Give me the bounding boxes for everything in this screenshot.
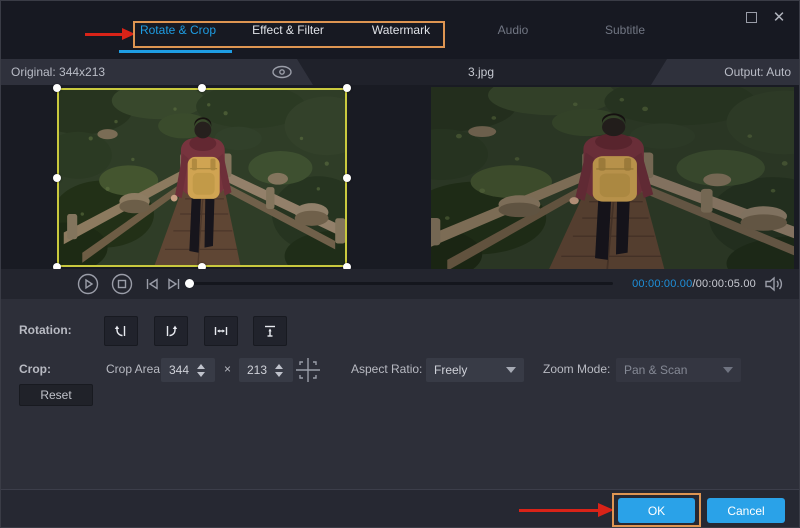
multiply-sign: × — [224, 362, 231, 376]
volume-button[interactable] — [761, 275, 787, 293]
aspect-ratio-select[interactable]: Freely — [426, 358, 524, 382]
time-display: 00:00:00.00/00:00:05.00 — [632, 269, 756, 299]
dialog-window: Rotate & Crop Effect & Filter Watermark … — [0, 0, 800, 528]
play-button[interactable] — [77, 273, 99, 295]
tab-bar: Rotate & Crop Effect & Filter Watermark … — [1, 1, 800, 59]
play-icon — [77, 273, 99, 295]
crop-center-button[interactable] — [293, 355, 323, 385]
maximize-button[interactable] — [741, 7, 761, 27]
chevron-down-icon — [723, 367, 733, 373]
flip-horizontal-button[interactable] — [204, 316, 238, 346]
rotate-right-button[interactable] — [154, 316, 188, 346]
flip-horizontal-icon — [213, 323, 229, 339]
footer-bar: OK Cancel — [1, 489, 800, 528]
crop-height-down-icon[interactable] — [275, 372, 283, 377]
prev-frame-button[interactable] — [143, 273, 161, 295]
next-frame-icon — [166, 276, 182, 292]
aspect-ratio-label: Aspect Ratio: — [351, 362, 422, 376]
annotation-box-ok — [612, 493, 701, 527]
rotate-left-icon — [113, 323, 129, 339]
crosshair-icon — [294, 356, 322, 384]
rotation-label: Rotation: — [19, 323, 72, 337]
eye-icon — [270, 64, 294, 80]
zoom-mode-select[interactable]: Pan & Scan — [616, 358, 741, 382]
reset-label: Reset — [40, 388, 71, 402]
crop-width-up-icon[interactable] — [197, 364, 205, 369]
flip-vertical-icon — [262, 323, 278, 339]
prev-frame-icon — [144, 276, 160, 292]
maximize-icon — [746, 12, 757, 23]
annotation-box-tabs — [133, 21, 445, 48]
crop-height-input[interactable] — [239, 359, 273, 381]
tab-subtitle[interactable]: Subtitle — [575, 1, 675, 59]
aspect-ratio-value: Freely — [434, 363, 467, 377]
crop-handle-e[interactable] — [343, 174, 351, 182]
volume-icon — [763, 275, 785, 293]
reset-button[interactable]: Reset — [19, 384, 93, 406]
crop-width-down-icon[interactable] — [197, 372, 205, 377]
stop-icon — [111, 273, 133, 295]
crop-frame[interactable] — [57, 88, 347, 267]
stop-button[interactable] — [111, 273, 133, 295]
zoom-mode-value: Pan & Scan — [624, 363, 687, 377]
crop-handle-n[interactable] — [198, 84, 206, 92]
timeline-slider[interactable] — [186, 282, 613, 285]
current-time: 00:00:00.00 — [632, 278, 692, 290]
crop-handle-nw[interactable] — [53, 84, 61, 92]
preview-area — [1, 85, 800, 269]
cancel-button[interactable]: Cancel — [707, 498, 785, 523]
crop-height-stepper — [239, 358, 293, 382]
flip-vertical-button[interactable] — [253, 316, 287, 346]
next-frame-button[interactable] — [165, 273, 183, 295]
output-dim-overlay — [431, 87, 794, 269]
crop-area-label: Crop Area: — [106, 362, 163, 376]
timeline-thumb[interactable] — [185, 279, 194, 288]
playback-bar: 00:00:00.00/00:00:05.00 — [1, 269, 800, 299]
rotate-right-icon — [163, 323, 179, 339]
source-preview[interactable] — [57, 88, 347, 267]
crop-label: Crop: — [19, 362, 51, 376]
preview-header: Original: 344x213 3.jpg Output: Auto — [1, 59, 800, 85]
output-label: Output: Auto — [724, 65, 791, 79]
crop-handle-w[interactable] — [53, 174, 61, 182]
crop-height-up-icon[interactable] — [275, 364, 283, 369]
crop-width-input[interactable] — [161, 359, 195, 381]
edit-controls-panel: Rotation: — [1, 299, 800, 489]
close-button[interactable]: ✕ — [769, 7, 789, 27]
output-panel: Output: Auto — [651, 59, 800, 85]
close-icon: ✕ — [773, 10, 786, 25]
active-tab-underline — [119, 50, 232, 53]
preview-original-toggle[interactable] — [267, 63, 297, 81]
rotate-left-button[interactable] — [104, 316, 138, 346]
total-time: 00:00:05.00 — [696, 278, 756, 290]
output-preview — [431, 87, 794, 269]
annotation-arrow-tabs — [85, 28, 135, 40]
filename-label: 3.jpg — [311, 59, 651, 85]
crop-width-stepper — [161, 358, 215, 382]
chevron-down-icon — [506, 367, 516, 373]
original-size-label: Original: 344x213 — [11, 65, 105, 79]
tab-audio[interactable]: Audio — [463, 1, 563, 59]
crop-handle-ne[interactable] — [343, 84, 351, 92]
zoom-mode-label: Zoom Mode: — [543, 362, 610, 376]
annotation-arrow-ok — [519, 503, 615, 517]
